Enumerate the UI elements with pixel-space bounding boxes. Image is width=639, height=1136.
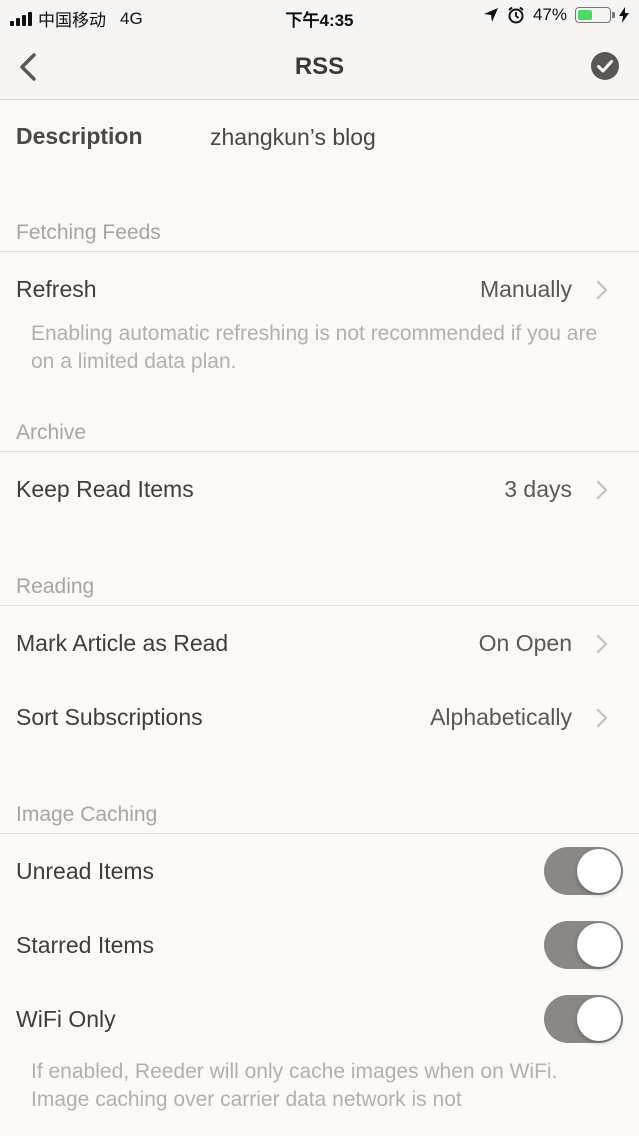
description-label: Description (16, 123, 143, 149)
refresh-row[interactable]: Refresh Manually (0, 252, 639, 326)
mark-article-read-row[interactable]: Mark Article as Read On Open (0, 606, 639, 680)
status-right: 47% (483, 5, 629, 25)
keep-read-items-label: Keep Read Items (16, 476, 194, 502)
checkmark-circle-icon (591, 52, 619, 80)
keep-read-items-row[interactable]: Keep Read Items 3 days (0, 452, 639, 526)
page-title: RSS (294, 53, 345, 80)
wifi-only-footnote: If enabled, Reeder will only cache image… (31, 1060, 558, 1111)
starred-items-row: Starred Items (0, 908, 639, 982)
section-header-fetching: Fetching Feeds (0, 173, 639, 252)
battery-percent: 47% (532, 5, 567, 24)
chevron-right-icon (596, 634, 608, 654)
unread-items-toggle[interactable] (544, 847, 623, 895)
settings-content: Description zhangkun’s blog Fetching Fee… (0, 101, 639, 1114)
mark-article-read-value: On Open (478, 630, 572, 656)
toggle-knob (577, 849, 621, 893)
section-header-reading: Reading (0, 526, 639, 606)
description-value[interactable]: zhangkun’s blog (210, 124, 376, 151)
sort-subscriptions-label: Sort Subscriptions (16, 704, 203, 730)
chevron-right-icon (596, 708, 608, 728)
mark-article-read-label: Mark Article as Read (16, 630, 229, 656)
status-bar: 中国移动 4G 下午4:35 47% (0, 0, 639, 34)
toggle-knob (577, 997, 621, 1041)
wifi-only-toggle[interactable] (544, 995, 623, 1043)
chevron-right-icon (596, 480, 608, 500)
battery-fill (578, 10, 592, 20)
refresh-value: Manually (479, 276, 572, 302)
toggle-knob (577, 923, 621, 967)
navigation-bar: RSS (0, 34, 639, 100)
wifi-only-label: WiFi Only (16, 1006, 116, 1032)
unread-items-label: Unread Items (16, 858, 155, 884)
location-arrow-icon (483, 8, 498, 22)
sort-subscriptions-row[interactable]: Sort Subscriptions Alphabetically (0, 680, 639, 754)
battery-icon (575, 7, 615, 23)
wifi-only-row: WiFi Only (0, 982, 639, 1056)
charging-bolt-icon (619, 7, 629, 23)
refresh-label: Refresh (16, 276, 97, 302)
keep-read-items-value: 3 days (504, 476, 572, 502)
unread-items-row: Unread Items (0, 834, 639, 908)
starred-items-toggle[interactable] (544, 921, 623, 969)
description-row[interactable]: Description zhangkun’s blog (0, 101, 639, 173)
sort-subscriptions-value: Alphabetically (430, 704, 572, 730)
starred-items-label: Starred Items (16, 932, 155, 958)
section-header-image-caching: Image Caching (0, 754, 639, 834)
alarm-icon (508, 6, 524, 24)
section-header-archive: Archive (0, 398, 639, 452)
chevron-right-icon (596, 280, 608, 300)
refresh-footnote: Enabling automatic refreshing is not rec… (31, 322, 598, 373)
done-button[interactable] (590, 51, 620, 81)
